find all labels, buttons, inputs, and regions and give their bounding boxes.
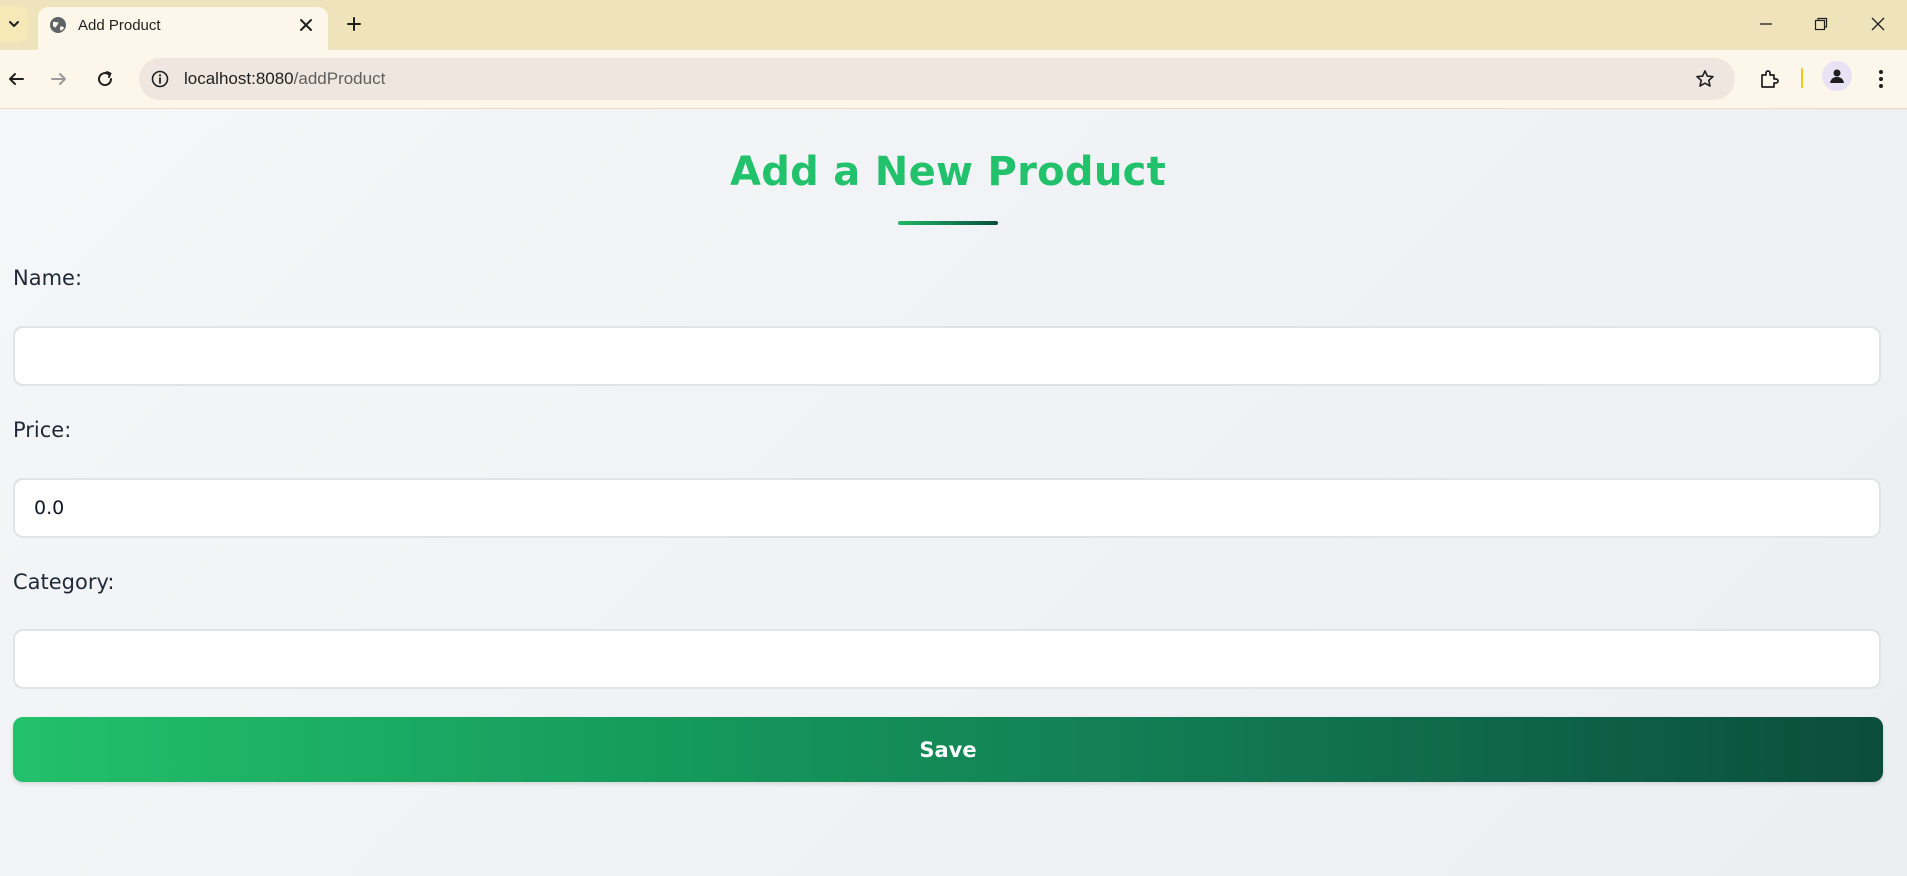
site-info-button[interactable] <box>149 68 171 90</box>
address-url: localhost:8080/addProduct <box>184 69 385 89</box>
category-input[interactable] <box>13 629 1881 689</box>
tab-search-button[interactable] <box>0 6 28 42</box>
url-host: localhost:8080 <box>184 69 294 88</box>
category-label: Category: <box>13 570 115 594</box>
profile-avatar-icon <box>1830 69 1844 83</box>
name-label: Name: <box>13 266 83 290</box>
price-label: Price: <box>13 418 72 442</box>
toolbar-separator <box>1801 68 1803 88</box>
globe-icon <box>50 17 66 33</box>
reload-icon <box>98 71 113 87</box>
forward-button[interactable] <box>44 64 74 94</box>
plus-icon <box>347 17 361 31</box>
close-window-button[interactable] <box>1866 12 1890 36</box>
tab-close-button[interactable] <box>296 15 316 35</box>
restore-window-button[interactable] <box>1809 12 1833 36</box>
page-title: Add a New Product <box>729 149 1167 195</box>
browser-tab-strip: Add Product <box>0 0 1907 50</box>
save-button[interactable]: Save <box>13 717 1883 782</box>
chevron-down-icon <box>9 21 19 27</box>
address-bar[interactable]: localhost:8080/addProduct <box>139 58 1735 100</box>
profile-button[interactable] <box>1822 61 1852 91</box>
more-menu-button[interactable] <box>1866 64 1896 94</box>
url-path: /addProduct <box>293 69 386 88</box>
bookmark-button[interactable] <box>1693 67 1717 91</box>
restore-icon <box>1814 17 1828 31</box>
site-info-icon <box>151 70 169 88</box>
new-tab-button[interactable] <box>343 13 365 35</box>
back-arrow-icon <box>9 73 24 85</box>
more-menu-icon <box>1879 70 1883 88</box>
browser-tab-active[interactable]: Add Product <box>38 7 328 50</box>
extensions-icon <box>1761 70 1779 88</box>
name-input[interactable] <box>13 326 1881 386</box>
browser-toolbar: localhost:8080/addProduct <box>0 50 1907 109</box>
title-underline <box>898 221 998 225</box>
extensions-button[interactable] <box>1754 64 1784 94</box>
close-icon <box>1871 17 1885 31</box>
back-button[interactable] <box>1 64 31 94</box>
price-input[interactable] <box>13 478 1881 538</box>
close-icon <box>300 19 312 31</box>
tab-title: Add Product <box>78 17 161 34</box>
minimize-icon <box>1760 23 1772 25</box>
minimize-window-button[interactable] <box>1754 12 1778 36</box>
forward-arrow-icon <box>51 73 66 85</box>
bookmark-star-icon <box>1696 70 1714 87</box>
page-content: Add a New Product Name: Price: Category:… <box>0 109 1907 876</box>
reload-button[interactable] <box>90 64 120 94</box>
